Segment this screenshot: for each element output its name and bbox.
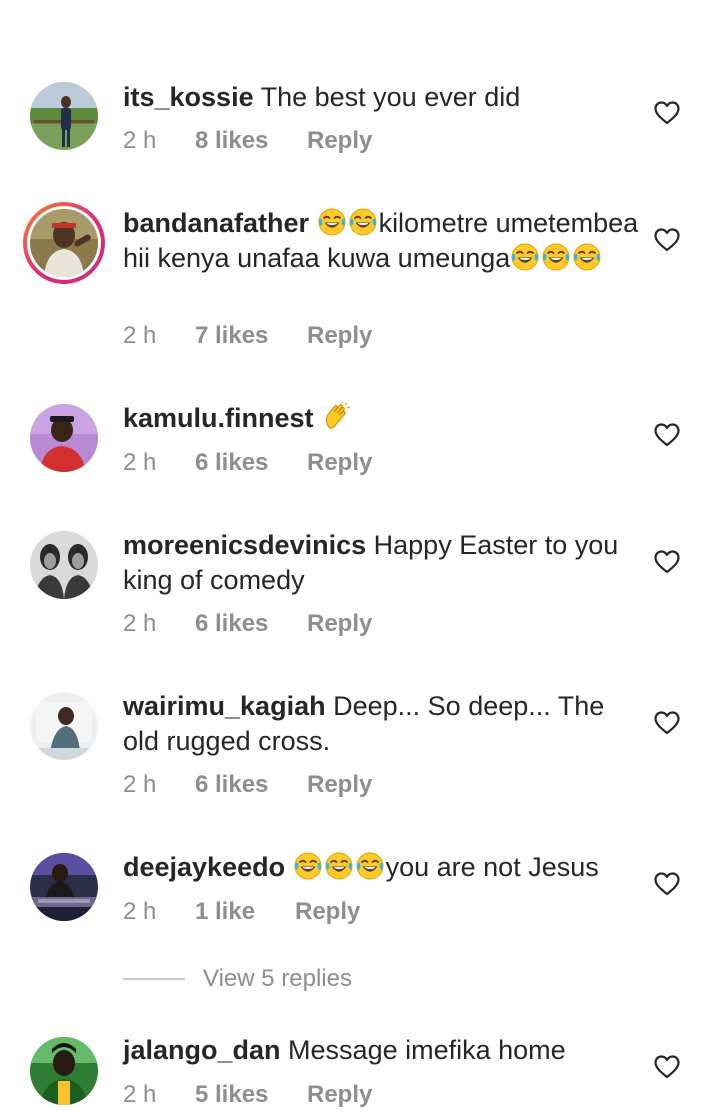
reply-button[interactable]: Reply [307, 127, 372, 155]
comment-body: The best you ever did [260, 82, 521, 112]
comment-text: kamulu.finnest [123, 401, 643, 436]
comment-meta: 2 h 6 likes Reply [123, 771, 372, 799]
comment-likes[interactable]: 5 likes [195, 1081, 307, 1109]
heart-icon[interactable] [654, 423, 680, 447]
comment-body: Message imefika home [288, 1035, 566, 1065]
avatar[interactable] [30, 853, 98, 921]
divider [123, 978, 185, 980]
comment-text: moreenicsdevinics Happy Easter to you ki… [123, 528, 643, 598]
heart-icon[interactable] [654, 711, 680, 735]
comment-body: you are not Jesus [385, 852, 599, 882]
comment-time: 2 h [123, 127, 157, 154]
face-with-tears-of-joy-emoji [572, 242, 602, 272]
clapping-hands-emoji [321, 402, 351, 432]
face-with-tears-of-joy-emoji [293, 851, 323, 881]
heart-icon[interactable] [654, 101, 680, 125]
reply-button[interactable]: Reply [295, 898, 360, 926]
comment-text: jalango_dan Message imefika home [123, 1033, 643, 1068]
comment-likes[interactable]: 8 likes [195, 127, 307, 155]
comment-likes[interactable]: 6 likes [195, 610, 307, 638]
comment-time: 2 h [123, 1081, 157, 1108]
reply-button[interactable]: Reply [307, 322, 372, 350]
comment-meta: 2 h 5 likes Reply [123, 1081, 372, 1109]
face-with-tears-of-joy-emoji [324, 851, 354, 881]
heart-icon[interactable] [654, 550, 680, 574]
comment-text: bandanafather kilometre umetembea hii ke… [123, 206, 643, 276]
comment-username[interactable]: deejaykeedo [123, 852, 285, 882]
comment-likes[interactable]: 6 likes [195, 449, 307, 477]
comment-meta: 2 h 1 like Reply [123, 898, 360, 926]
comment-meta: 2 h 6 likes Reply [123, 449, 372, 477]
comment-time: 2 h [123, 322, 157, 349]
comment-username[interactable]: bandanafather [123, 208, 309, 238]
avatar[interactable] [30, 404, 98, 472]
avatar[interactable] [30, 692, 98, 760]
comment-time: 2 h [123, 771, 157, 798]
comment-text: wairimu_kagiah Deep... So deep... The ol… [123, 689, 643, 759]
comment-time: 2 h [123, 610, 157, 637]
comment-likes[interactable]: 1 like [195, 898, 295, 926]
comment-likes[interactable]: 7 likes [195, 322, 307, 350]
comment-username[interactable]: jalango_dan [123, 1035, 281, 1065]
face-with-tears-of-joy-emoji [510, 242, 540, 272]
heart-icon[interactable] [654, 1055, 680, 1079]
comment-meta: 2 h 8 likes Reply [123, 127, 372, 155]
comment-meta: 2 h 6 likes Reply [123, 610, 372, 638]
comment-text: its_kossie The best you ever did [123, 80, 643, 115]
face-with-tears-of-joy-emoji [541, 242, 571, 272]
comment-likes[interactable]: 6 likes [195, 771, 307, 799]
comment-time: 2 h [123, 898, 157, 925]
view-replies-button[interactable]: View 5 replies [123, 965, 523, 995]
view-replies-label: View 5 replies [203, 965, 352, 992]
avatar[interactable] [23, 202, 105, 284]
avatar[interactable] [30, 531, 98, 599]
comment-time: 2 h [123, 449, 157, 476]
comment-text: deejaykeedo you are not Jesus [123, 850, 643, 885]
heart-icon[interactable] [654, 872, 680, 896]
reply-button[interactable]: Reply [307, 449, 372, 477]
face-with-tears-of-joy-emoji [317, 207, 347, 237]
comment-username[interactable]: its_kossie [123, 82, 254, 112]
reply-button[interactable]: Reply [307, 1081, 372, 1109]
reply-button[interactable]: Reply [307, 610, 372, 638]
face-with-tears-of-joy-emoji [348, 207, 378, 237]
heart-icon[interactable] [654, 228, 680, 252]
comment-username[interactable]: kamulu.finnest [123, 403, 314, 433]
avatar[interactable] [30, 1037, 98, 1105]
comment-username[interactable]: moreenicsdevinics [123, 530, 366, 560]
face-with-tears-of-joy-emoji [355, 851, 385, 881]
avatar[interactable] [30, 82, 98, 150]
comment-meta: 2 h 7 likes Reply [123, 322, 372, 350]
comment-username[interactable]: wairimu_kagiah [123, 691, 326, 721]
reply-button[interactable]: Reply [307, 771, 372, 799]
